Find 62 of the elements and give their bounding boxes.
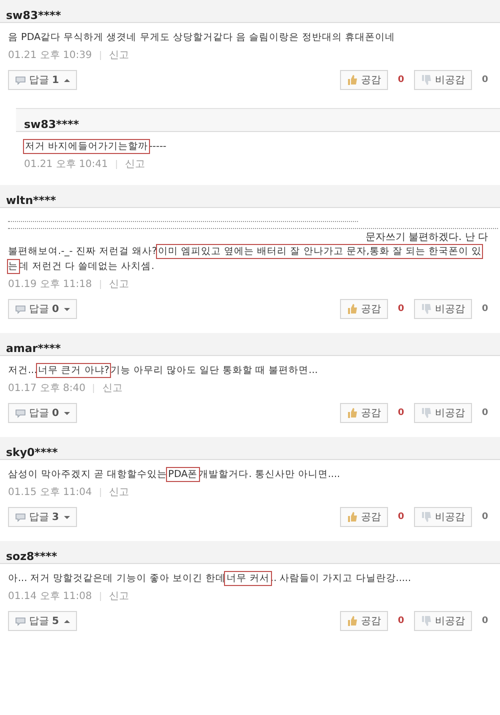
like-button[interactable]: 공감 bbox=[340, 611, 388, 631]
dislike-button[interactable]: 비공감 bbox=[414, 299, 472, 319]
like-button[interactable]: 공감 bbox=[340, 70, 388, 90]
thumbs-down-icon bbox=[421, 304, 432, 314]
dislike-count: 0 bbox=[480, 304, 490, 314]
thumbs-up-icon bbox=[347, 616, 358, 626]
dislike-count: 0 bbox=[480, 616, 490, 626]
like-count: 0 bbox=[396, 304, 406, 314]
reply-button[interactable]: 답글 0 bbox=[8, 403, 77, 423]
comment-text: 저거 바지에들어가기는할까----- bbox=[24, 139, 168, 154]
reply-button[interactable]: 답글 5 bbox=[8, 611, 77, 631]
thumbs-down-icon bbox=[421, 512, 432, 522]
username: sky0**** bbox=[6, 446, 58, 459]
quoted-text: 문자쓰기 불편하겠다. 난 다 bbox=[8, 228, 498, 244]
like-count: 0 bbox=[396, 616, 406, 626]
like-count: 0 bbox=[396, 512, 406, 522]
speech-bubble-icon bbox=[15, 408, 26, 418]
timestamp: 01.17 오후 8:40 bbox=[8, 382, 86, 395]
username: sw83**** bbox=[6, 9, 62, 22]
reply-button[interactable]: 답글 0 bbox=[8, 299, 77, 319]
username: soz8**** bbox=[6, 550, 58, 563]
comment-text: 음 PDA같다 무식하게 생겻네 무게도 상당할거같다 음 슬림이랑은 정반대의 휴대폰이네 bbox=[8, 31, 396, 45]
thumbs-up-icon bbox=[347, 512, 358, 522]
dislike-button[interactable]: 비공감 bbox=[414, 403, 472, 423]
timestamp: 01.15 오후 11:04 bbox=[8, 486, 92, 499]
thumbs-up-icon bbox=[347, 408, 358, 418]
username: sw83**** bbox=[24, 118, 80, 131]
like-button[interactable]: 공감 bbox=[340, 507, 388, 527]
timestamp: 01.14 오후 11:08 bbox=[8, 590, 92, 603]
dislike-count: 0 bbox=[480, 408, 490, 418]
thumbs-up-icon bbox=[347, 304, 358, 314]
like-button[interactable]: 공감 bbox=[340, 299, 388, 319]
caret-icon bbox=[64, 308, 70, 310]
dislike-count: 0 bbox=[480, 512, 490, 522]
timestamp: 01.21 오후 10:39 bbox=[8, 49, 92, 62]
thumbs-up-icon bbox=[347, 75, 358, 85]
dislike-button[interactable]: 비공감 bbox=[414, 70, 472, 90]
dislike-count: 0 bbox=[480, 75, 490, 85]
speech-bubble-icon bbox=[15, 616, 26, 626]
thumbs-down-icon bbox=[421, 408, 432, 418]
reply-button[interactable]: 답글 3 bbox=[8, 507, 77, 527]
thumbs-down-icon bbox=[421, 75, 432, 85]
like-count: 0 bbox=[396, 75, 406, 85]
speech-bubble-icon bbox=[15, 304, 26, 314]
timestamp: 01.19 오후 11:18 bbox=[8, 278, 92, 291]
username: amar**** bbox=[6, 342, 61, 355]
dislike-button[interactable]: 비공감 bbox=[414, 611, 472, 631]
reply-button[interactable]: 답글 1 bbox=[8, 70, 77, 90]
caret-icon bbox=[64, 516, 70, 518]
like-button[interactable]: 공감 bbox=[340, 403, 388, 423]
like-count: 0 bbox=[396, 408, 406, 418]
thumbs-down-icon bbox=[421, 616, 432, 626]
caret-icon bbox=[64, 412, 70, 414]
dislike-button[interactable]: 비공감 bbox=[414, 507, 472, 527]
speech-bubble-icon bbox=[15, 76, 26, 84]
username: wltn**** bbox=[6, 194, 56, 207]
caret-icon bbox=[64, 78, 70, 82]
comment-text: 저건...너무 큰거 아냐?기능 아무리 많아도 일단 통화할 때 불편하면... bbox=[8, 363, 319, 378]
speech-bubble-icon bbox=[15, 512, 26, 522]
comment-text: 삼성이 막아주겠지 곧 대항할수있는 PDA폰 개발할거다. 통신사만 아니면.... bbox=[8, 467, 342, 482]
timestamp: 01.21 오후 10:41 bbox=[24, 158, 108, 171]
caret-icon bbox=[64, 620, 70, 622]
